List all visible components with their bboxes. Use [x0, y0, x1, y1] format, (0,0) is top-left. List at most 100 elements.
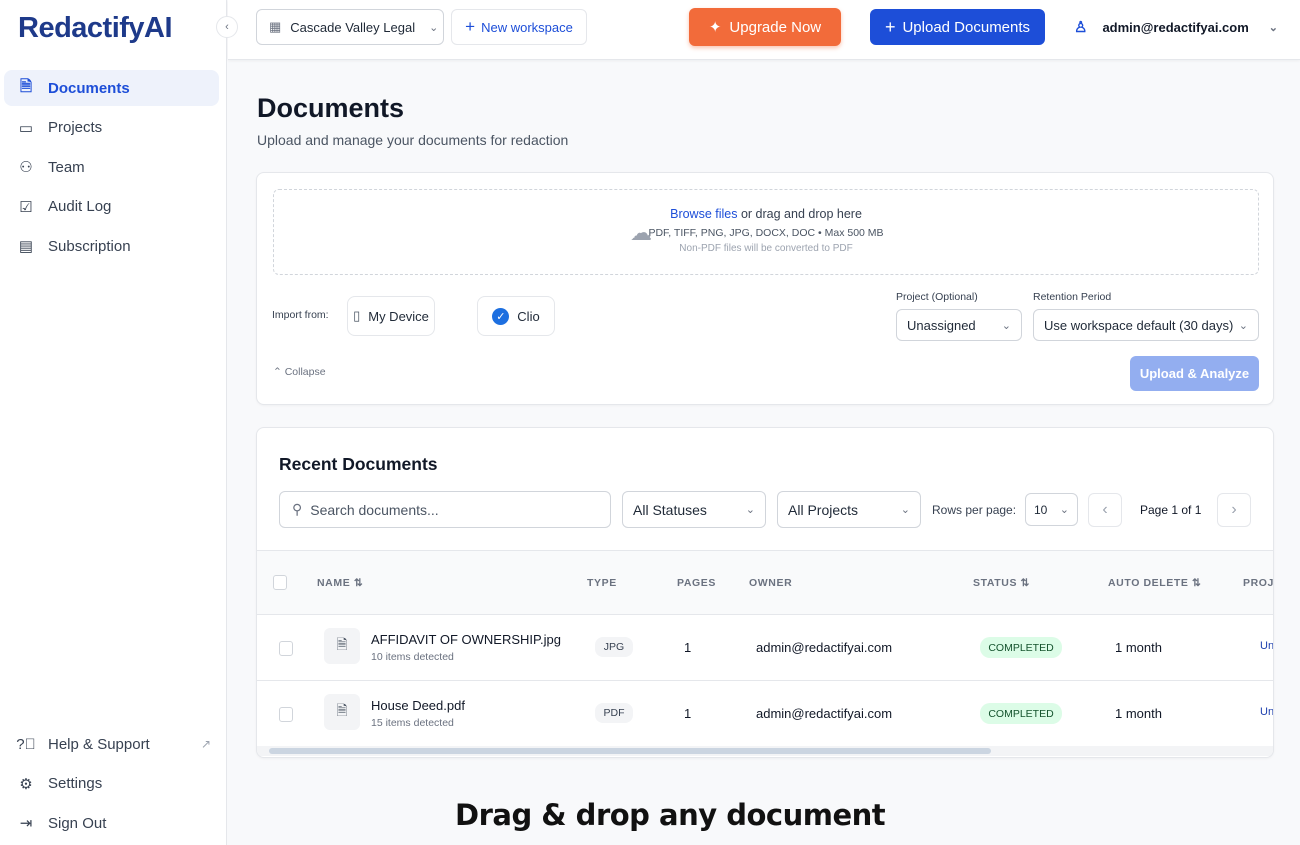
sidebar-bottom: ?⃝Help & Support↗ ⚙Settings ⇥Sign Out: [4, 726, 219, 845]
sidebar-item-documents[interactable]: 🗎 Documents: [4, 70, 219, 106]
gear-icon: ⚙: [16, 775, 36, 793]
document-icon: 🗎: [16, 76, 36, 101]
column-name[interactable]: NAME ⇅: [317, 577, 363, 589]
collapse-label: Collapse: [285, 366, 326, 378]
retention-value: Use workspace default (30 days): [1044, 318, 1233, 333]
clio-label: Clio: [517, 309, 539, 324]
import-label: Import from:: [272, 309, 329, 321]
file-name[interactable]: AFFIDAVIT OF OWNERSHIP.jpg: [371, 632, 561, 647]
cloud-upload-icon: ☁: [630, 220, 652, 246]
project-cell[interactable]: Unassigned: [1260, 706, 1274, 718]
project-cell[interactable]: Unassigned: [1260, 640, 1274, 652]
sidebar-item-projects[interactable]: ▭Projects: [4, 110, 219, 146]
topbar: ▦Cascade Valley Legal⌄ + New workspace ✦U…: [228, 0, 1300, 60]
column-owner: OWNER: [749, 577, 792, 589]
project-select[interactable]: Unassigned ⌄: [896, 309, 1022, 341]
device-icon: ▯: [353, 308, 360, 324]
recent-documents-title: Recent Documents: [279, 454, 438, 475]
row-checkbox[interactable]: [279, 707, 293, 722]
chevron-left-icon: ‹: [1102, 501, 1107, 519]
collapse-sidebar-button[interactable]: ‹: [216, 16, 238, 38]
user-email: admin@redactifyai.com: [1102, 20, 1248, 35]
conversion-note: Non-PDF files will be converted to PDF: [274, 243, 1258, 254]
drop-zone[interactable]: ☁ Browse files or drag and drop here PDF…: [273, 189, 1259, 275]
my-device-button[interactable]: ▯My Device: [347, 296, 435, 336]
items-detected: 10 items detected: [371, 651, 454, 663]
recent-documents-card: Recent Documents ⚲Search documents... Al…: [256, 427, 1274, 758]
logo: RedactifyAI: [18, 12, 172, 45]
collapse-button[interactable]: ⌃ Collapse: [273, 366, 326, 378]
rows-value: 10: [1034, 503, 1047, 517]
chevron-down-icon: ⌄: [746, 503, 755, 516]
help-icon: ?⃝: [16, 736, 36, 753]
owner-cell: admin@redactifyai.com: [756, 706, 892, 721]
column-status[interactable]: STATUS ⇅: [973, 577, 1030, 589]
retention-label: Retention Period: [1033, 291, 1111, 303]
upload-documents-button[interactable]: +Upload Documents: [870, 9, 1045, 45]
rows-per-page-select[interactable]: 10 ⌄: [1025, 493, 1078, 526]
file-name[interactable]: House Deed.pdf: [371, 698, 465, 713]
rows-per-page-label: Rows per page:: [932, 503, 1016, 517]
clio-button[interactable]: ✓ Clio: [477, 296, 555, 336]
upload-card: ☁ Browse files or drag and drop here PDF…: [256, 172, 1274, 405]
auto-delete-cell: 1 month: [1115, 640, 1162, 655]
prev-page-button[interactable]: ‹: [1088, 493, 1122, 527]
sidebar-item-sign-out[interactable]: ⇥Sign Out: [4, 805, 219, 841]
project-value: Unassigned: [907, 318, 976, 333]
clio-check-icon: ✓: [492, 308, 509, 325]
owner-cell: admin@redactifyai.com: [756, 640, 892, 655]
upload-label: Upload Documents: [902, 19, 1030, 36]
select-all-checkbox[interactable]: [273, 575, 287, 590]
upgrade-button[interactable]: ✦Upgrade Now: [689, 8, 841, 46]
chevron-down-icon: ⌄: [1060, 503, 1069, 516]
chevron-down-icon: ⌄: [1269, 21, 1278, 34]
next-page-button[interactable]: ›: [1217, 493, 1251, 527]
folder-icon: ▭: [16, 119, 36, 137]
chevron-down-icon: ⌄: [1239, 319, 1248, 332]
new-workspace-label: New workspace: [481, 20, 573, 35]
auto-delete-cell: 1 month: [1115, 706, 1162, 721]
retention-select[interactable]: Use workspace default (30 days) ⌄: [1033, 309, 1259, 341]
chevrons-up-icon: ⌃: [273, 366, 285, 378]
status-badge: COMPLETED: [980, 637, 1062, 658]
caption-overlay: Drag & drop any document: [455, 798, 885, 832]
sidebar-item-label: Team: [48, 159, 85, 176]
credit-card-icon: ▤: [16, 237, 36, 255]
drag-text: or drag and drop here: [738, 207, 862, 221]
search-input[interactable]: ⚲Search documents...: [279, 491, 611, 528]
scrollbar-thumb[interactable]: [269, 748, 991, 754]
formats-text: PDF, TIFF, PNG, JPG, DOCX, DOC • Max 500…: [274, 227, 1258, 239]
sidebar-item-help[interactable]: ?⃝Help & Support↗: [4, 726, 219, 762]
clipboard-check-icon: ☑: [16, 198, 36, 216]
file-icon: 🗎: [324, 694, 360, 730]
sidebar-item-label: Settings: [48, 775, 102, 792]
user-menu[interactable]: ♙admin@redactifyai.com⌄: [1070, 9, 1270, 45]
sidebar-item-subscription[interactable]: ▤Subscription: [4, 228, 219, 264]
sidebar-item-team[interactable]: ⚇Team: [4, 149, 219, 185]
browse-files-link[interactable]: Browse files: [670, 207, 737, 221]
table-row[interactable]: 🗎 AFFIDAVIT OF OWNERSHIP.jpg 10 items de…: [257, 615, 1274, 681]
pages-cell: 1: [684, 706, 691, 721]
sidebar-item-audit-log[interactable]: ☑Audit Log: [4, 189, 219, 225]
project-filter-value: All Projects: [788, 502, 858, 518]
sidebar-nav: 🗎 Documents ▭Projects ⚇Team ☑Audit Log ▤S…: [4, 70, 219, 268]
chevron-down-icon: ⌄: [1002, 319, 1011, 332]
chevron-right-icon: ›: [1231, 501, 1236, 519]
workspace-select[interactable]: ▦Cascade Valley Legal⌄: [256, 9, 444, 45]
page-title: Documents: [257, 93, 404, 124]
horizontal-scrollbar[interactable]: [257, 746, 1274, 756]
project-filter[interactable]: All Projects ⌄: [777, 491, 921, 528]
sidebar-item-label: Help & Support: [48, 736, 150, 753]
sidebar-item-label: Documents: [48, 80, 130, 97]
row-checkbox[interactable]: [279, 641, 293, 656]
type-badge: PDF: [595, 703, 633, 723]
plus-icon: +: [465, 17, 475, 37]
new-workspace-button[interactable]: + New workspace: [451, 9, 587, 45]
file-icon: 🗎: [324, 628, 360, 664]
sidebar-item-settings[interactable]: ⚙ Settings: [4, 766, 219, 802]
chevron-down-icon: ⌄: [901, 503, 910, 516]
upload-analyze-button[interactable]: Upload & Analyze: [1130, 356, 1259, 391]
table-row[interactable]: 🗎 House Deed.pdf 15 items detected PDF 1…: [257, 681, 1274, 747]
status-filter[interactable]: All Statuses⌄: [622, 491, 766, 528]
column-auto-delete[interactable]: AUTO DELETE ⇅: [1108, 577, 1201, 589]
